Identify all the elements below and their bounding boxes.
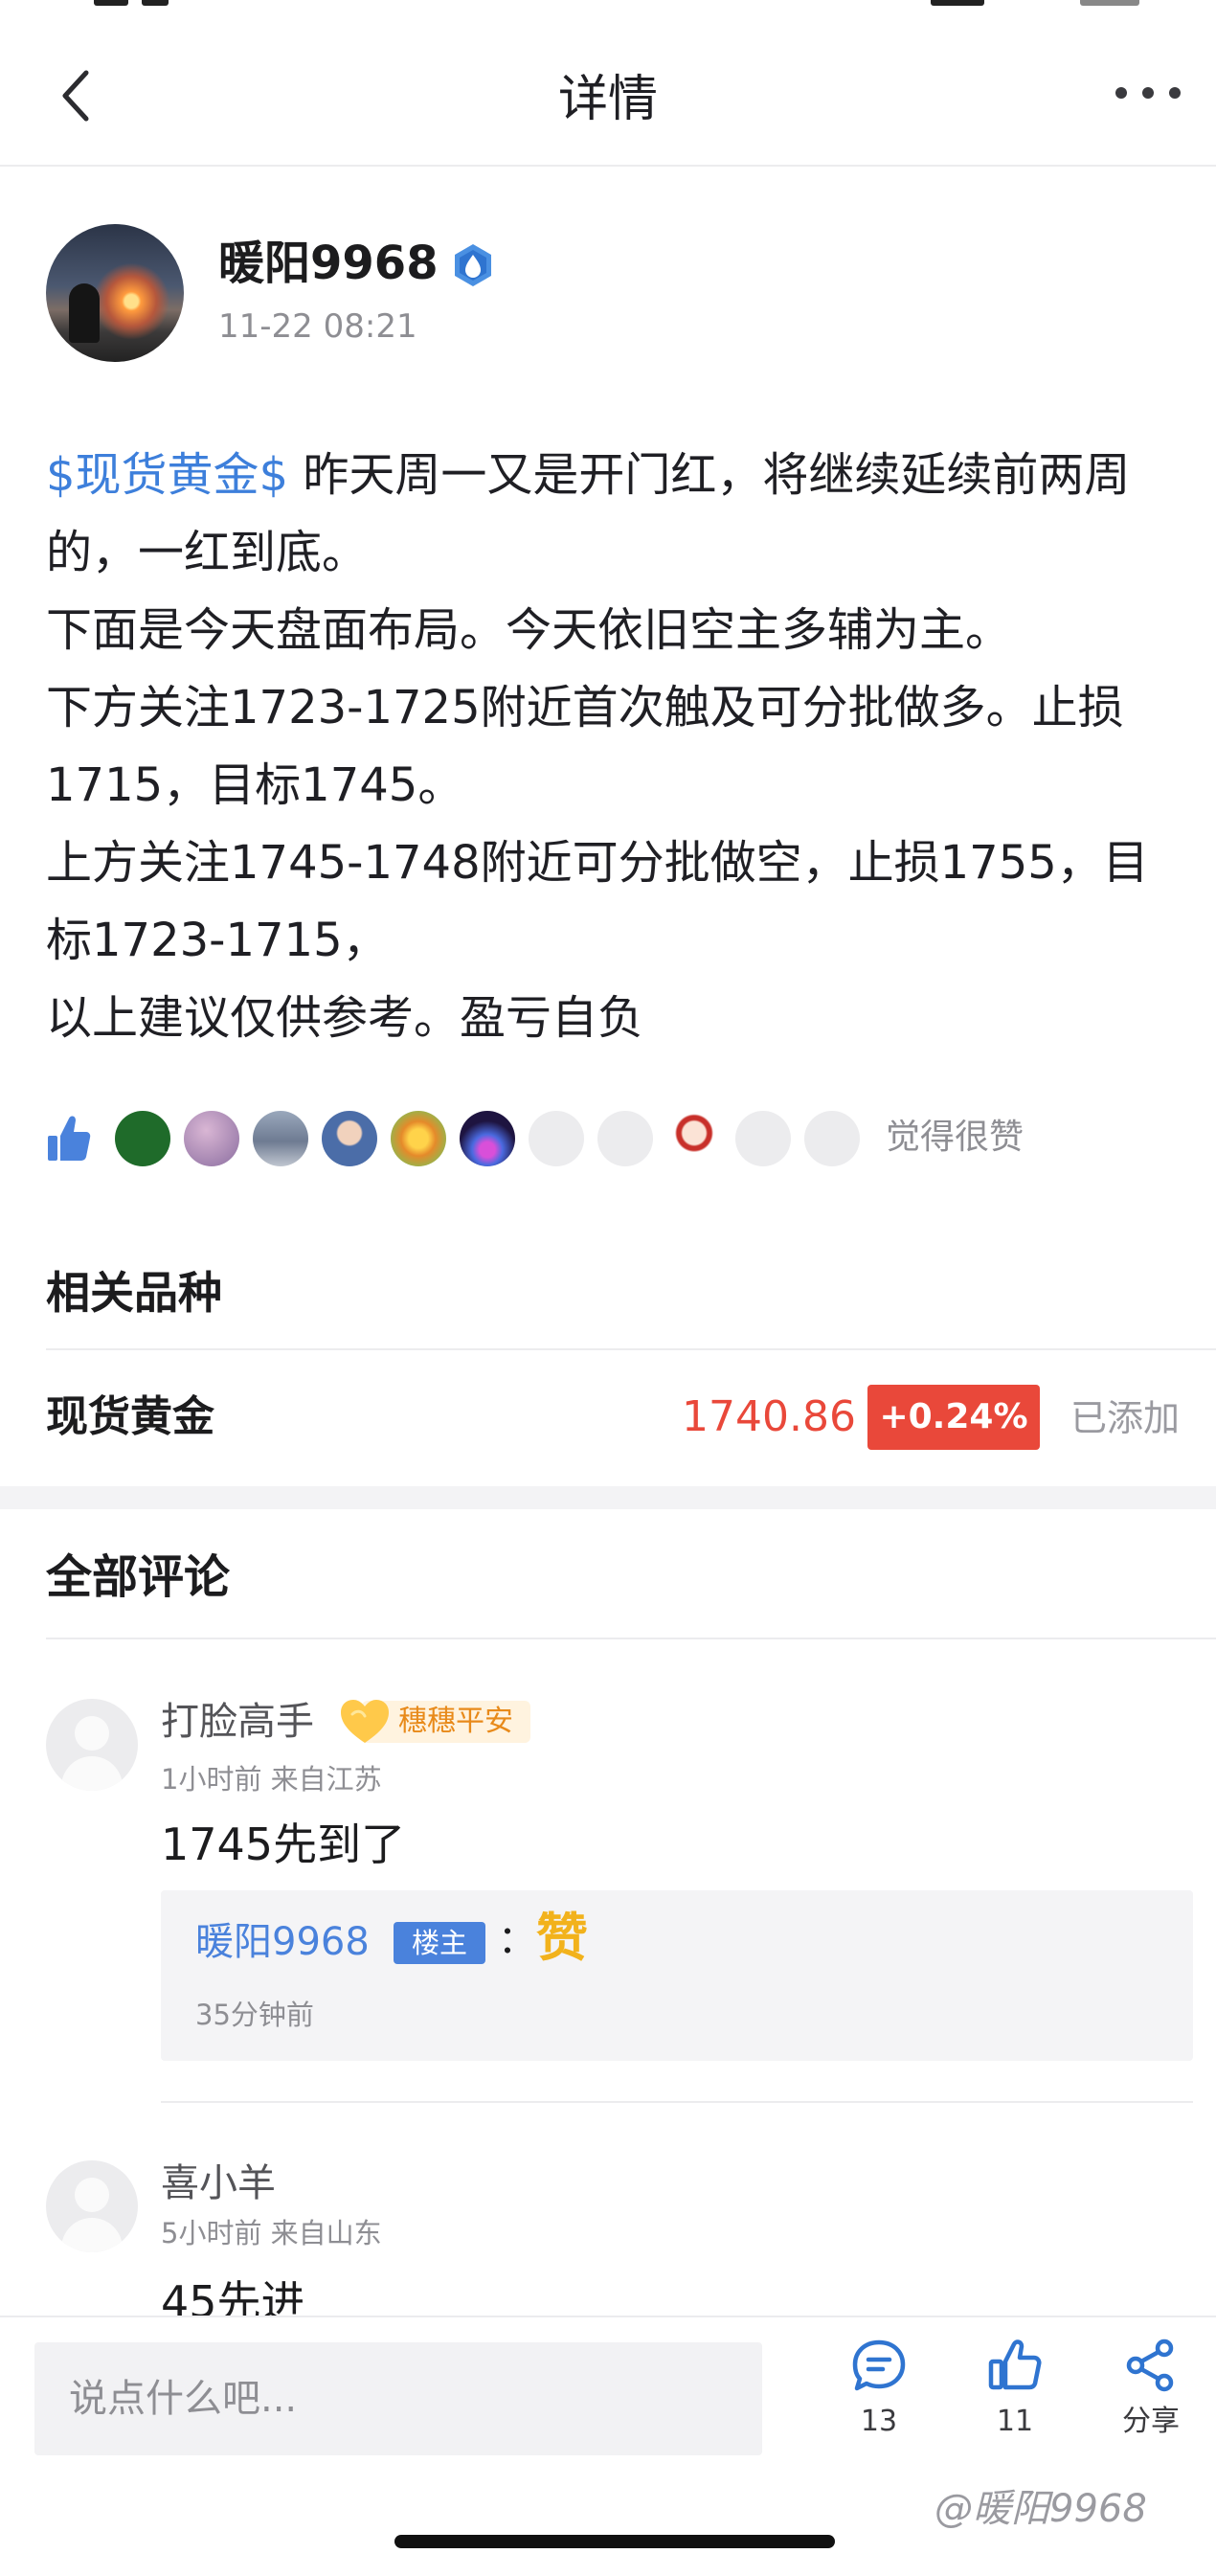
related-divider [46,1348,1216,1350]
comment-meta: 5小时前 来自山东 [161,2217,382,2249]
commenter-name[interactable]: 喜小羊 [161,2157,276,2210]
content-line: 以上建议仅供参考。盈亏自负 [46,991,644,1045]
more-dot-icon [1115,87,1127,99]
thumbs-up-icon [48,1116,91,1161]
user-badge: 穗穗平安 [339,1697,530,1747]
default-avatar-head [75,2178,109,2212]
comment-text: 1745先到了 [161,1819,406,1870]
comment-meta: 1小时前 来自江苏 [161,1763,382,1796]
liker-avatar[interactable] [322,1111,377,1166]
liker-avatar[interactable] [391,1111,446,1166]
related-item-name[interactable]: 现货黄金 [46,1387,214,1448]
battery-icon [1080,0,1139,6]
likes-label: 觉得很赞 [886,1118,1025,1157]
liker-avatar[interactable] [804,1111,860,1166]
status-bar [0,0,1216,10]
comment-input[interactable] [34,2342,762,2455]
liker-avatar[interactable] [666,1111,722,1166]
commenter-avatar[interactable] [46,1699,138,1791]
comment-input-container[interactable] [34,2342,762,2455]
comment-count: 13 [860,2405,898,2438]
likes-row[interactable]: 觉得很赞 [46,1109,1176,1166]
nav-divider [0,165,1216,167]
commenter-name[interactable]: 打脸高手 [161,1695,314,1749]
liker-avatar[interactable] [529,1111,584,1166]
bottom-bar: 13 11 分享 @暖阳9968 [0,2316,1216,2576]
author-avatar[interactable] [46,224,184,362]
status-time-fragment [142,0,169,6]
reply-time: 35分钟前 [195,1999,314,2031]
like-count: 11 [996,2405,1034,2438]
section-separator [0,1486,1216,1509]
comment-count-button[interactable]: 13 [822,2337,936,2461]
post-time: 11-22 08:21 [218,307,417,346]
thumbs-up-outline-icon [988,2339,1042,2390]
liker-avatar[interactable] [460,1111,515,1166]
default-avatar-head [75,1716,109,1751]
content-line: 上方关注1745-1748附近可分批做空，止损1755，目标1723-1715， [46,836,1149,967]
badge-label: 穗穗平安 [398,1705,513,1738]
reply-box[interactable]: 暖阳9968 楼主 ： 赞 35分钟前 [161,1890,1193,2061]
stock-tag-link[interactable]: $现货黄金$ [46,448,288,502]
verified-badge-icon [450,242,496,288]
default-avatar-body [61,1756,123,1791]
commenter-avatar[interactable] [46,2160,138,2252]
content-line: $现货黄金$ 昨天周一又是开门红，将继续延续前两周的，一红到底。 [46,437,1176,592]
comment-divider [161,2101,1193,2103]
watermark: @暖阳9968 [935,2487,1147,2531]
related-item-price: 1740.86 [682,1392,856,1441]
comments-section-title: 全部评论 [46,1550,231,1604]
heart-badge-icon [341,1700,389,1743]
liker-avatar[interactable] [735,1111,791,1166]
liker-avatar[interactable] [184,1111,239,1166]
page-title: 详情 [557,71,658,128]
signal-icon [931,0,984,6]
avatar-silhouette [69,283,100,343]
reply-colon: ： [498,1918,536,1962]
reply-author[interactable]: 暖阳9968 [195,1915,370,1969]
share-button[interactable]: 分享 [1093,2337,1208,2461]
more-dot-icon [1169,87,1181,99]
home-indicator[interactable] [394,2535,835,2548]
nav-bar: 详情 [0,38,1216,165]
added-status-button[interactable]: 已添加 [1070,1390,1180,1446]
related-item-change-badge: +0.24% [867,1385,1040,1450]
default-avatar-body [61,2218,123,2252]
status-time-fragment [94,0,128,6]
more-dot-icon [1142,87,1154,99]
liker-avatar[interactable] [597,1111,653,1166]
like-button[interactable]: 11 [957,2337,1072,2461]
op-tag: 楼主 [394,1922,485,1964]
reply-content-zan: 赞 [536,1908,588,1968]
author-name[interactable]: 暖阳9968 [218,232,439,295]
content-line: 下方关注1723-1725附近首次触及可分批做多。止损1715，目标1745。 [46,681,1124,812]
post-content: $现货黄金$ 昨天周一又是开门红，将继续延续前两周的，一红到底。 下面是今天盘面… [46,437,1176,1057]
liker-avatar[interactable] [253,1111,308,1166]
share-label: 分享 [1122,2405,1180,2438]
comments-divider [46,1638,1216,1639]
content-line: 下面是今天盘面布局。今天依旧空主多辅为主。 [46,603,1012,657]
related-section-title: 相关品种 [46,1267,222,1319]
liker-avatar[interactable] [115,1111,170,1166]
more-button[interactable] [1115,79,1182,107]
comment-icon [852,2339,906,2391]
share-icon [1126,2339,1174,2392]
